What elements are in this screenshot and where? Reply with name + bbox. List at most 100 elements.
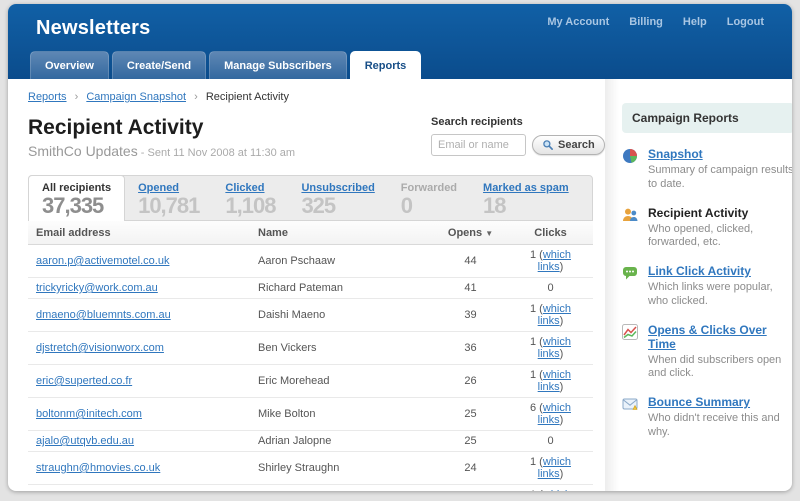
campaign-subtitle: SmithCo Updates - Sent 11 Nov 2008 at 11… (28, 143, 295, 159)
tab-reports[interactable]: Reports (350, 51, 422, 79)
recipient-email-link[interactable]: aaron.p@activemotel.co.uk (36, 255, 169, 267)
recipient-name: Daishi Maeno (250, 299, 433, 332)
clicks-cell: 0which links (508, 278, 593, 299)
billing-link[interactable]: Billing (629, 16, 663, 28)
breadcrumb-separator: › (194, 91, 198, 103)
tab-create-send[interactable]: Create/Send (112, 51, 206, 79)
recipient-name: Shirley Straughn (250, 452, 433, 485)
main-nav-tabs: Overview Create/Send Manage Subscribers … (30, 51, 424, 79)
which-links-link[interactable]: which links (538, 369, 571, 393)
clicks-cell: 1which links (508, 245, 593, 278)
search-recipients: Search recipients Search (431, 116, 593, 156)
which-links-link[interactable]: which links (538, 402, 571, 426)
stat-tab-unsubscribed[interactable]: Unsubscribed 325 (288, 176, 387, 220)
column-header-email: Email address (28, 221, 250, 245)
table-row: ajalo@utqvb.edu.au Adrian Jalopne 25 0wh… (28, 431, 593, 452)
which-links-link[interactable]: which links (538, 249, 571, 273)
table-row: trickyricky@work.com.au Richard Pateman … (28, 278, 593, 299)
stats-tabs: All recipients 37,335 Opened 10,781 Clic… (28, 175, 593, 221)
stat-tab-opened[interactable]: Opened 10,781 (125, 176, 212, 220)
table-row: djstretch@visionworx.com Ben Vickers 36 … (28, 332, 593, 365)
search-button[interactable]: Search (532, 135, 605, 155)
my-account-link[interactable]: My Account (547, 16, 609, 28)
line-chart-icon (622, 323, 648, 382)
app-window: Newsletters My Account Billing Help Logo… (8, 4, 792, 491)
people-icon (622, 206, 648, 251)
sort-desc-icon: ▼ (485, 229, 493, 238)
stat-tab-marked-as-spam[interactable]: Marked as spam 18 (470, 176, 582, 220)
opens-count: 26 (433, 365, 508, 398)
which-links-link[interactable]: which links (538, 303, 571, 327)
recipient-email-link[interactable]: boltonm@initech.com (36, 408, 142, 420)
clicks-cell: 1which links (508, 452, 593, 485)
search-input[interactable] (431, 134, 526, 156)
page-title: Recipient Activity (28, 116, 295, 140)
column-header-name: Name (250, 221, 433, 245)
opens-count: 25 (433, 431, 508, 452)
column-header-clicks[interactable]: Clicks (508, 221, 593, 245)
stat-value: 0 (401, 195, 457, 217)
column-header-opens[interactable]: Opens ▼ (433, 221, 508, 245)
table-row: dmaeno@bluemnts.com.au Daishi Maeno 39 1… (28, 299, 593, 332)
help-link[interactable]: Help (683, 16, 707, 28)
link-click-activity-link[interactable]: Link Click Activity (648, 264, 751, 278)
recipient-email-link[interactable]: trickyricky@work.com.au (36, 282, 158, 294)
opens-count: 39 (433, 299, 508, 332)
sidebar-title: Campaign Reports (622, 103, 792, 133)
breadcrumb-campaign-snapshot[interactable]: Campaign Snapshot (86, 91, 186, 103)
logout-link[interactable]: Logout (727, 16, 764, 28)
report-description: Who opened, clicked, forwarded, etc. (648, 223, 792, 251)
search-label: Search recipients (431, 116, 593, 128)
clicks-cell: 1which links (508, 332, 593, 365)
recipient-name: Richard Pateman (250, 278, 433, 299)
stat-tab-forwarded: Forwarded 0 (388, 176, 470, 220)
report-description: Summary of campaign results to date. (648, 164, 792, 192)
stat-value: 37,335 (42, 195, 111, 217)
which-links-link[interactable]: which links (538, 456, 571, 480)
tab-overview[interactable]: Overview (30, 51, 109, 79)
opens-clicks-over-time-link[interactable]: Opens & Clicks Over Time (648, 323, 792, 351)
campaign-reports-sidebar: Campaign Reports Snapshot Summary of cam… (622, 103, 792, 454)
which-links-link[interactable]: which links (538, 336, 571, 360)
opens-count: 44 (433, 245, 508, 278)
account-nav: My Account Billing Help Logout (547, 16, 764, 28)
stat-value: 325 (301, 195, 374, 217)
breadcrumb-reports[interactable]: Reports (28, 91, 67, 103)
recipient-email-link[interactable]: ajalo@utqvb.edu.au (36, 435, 134, 447)
opens-count: 25 (433, 398, 508, 431)
sidebar-item-opens-clicks-over-time: Opens & Clicks Over Time When did subscr… (622, 323, 792, 382)
table-row: hrg@primatech.com Noah Bennett 23 1which… (28, 485, 593, 492)
stat-value: 18 (483, 195, 569, 217)
recipient-email-link[interactable]: eric@superted.co.fr (36, 375, 132, 387)
speech-bubble-icon (622, 264, 648, 309)
app-header: Newsletters My Account Billing Help Logo… (8, 4, 792, 79)
sidebar-item-recipient-activity: Recipient Activity Who opened, clicked, … (622, 206, 792, 251)
opens-count: 23 (433, 485, 508, 492)
pie-chart-icon (622, 147, 648, 192)
recipient-email-link[interactable]: dmaeno@bluemnts.com.au (36, 309, 171, 321)
stat-tab-clicked[interactable]: Clicked 1,108 (212, 176, 288, 220)
bounce-summary-link[interactable]: Bounce Summary (648, 395, 750, 409)
clicks-cell: 6which links (508, 398, 593, 431)
sent-date: - Sent 11 Nov 2008 at 11:30 am (141, 147, 295, 159)
sidebar-item-snapshot: Snapshot Summary of campaign results to … (622, 147, 792, 192)
table-row: eric@superted.co.fr Eric Morehead 26 1wh… (28, 365, 593, 398)
recipient-email-link[interactable]: djstretch@visionworx.com (36, 342, 164, 354)
table-row: boltonm@initech.com Mike Bolton 25 6whic… (28, 398, 593, 431)
breadcrumb: Reports › Campaign Snapshot › Recipient … (28, 91, 593, 103)
opens-count: 36 (433, 332, 508, 365)
table-row: aaron.p@activemotel.co.uk Aaron Pschaaw … (28, 245, 593, 278)
envelope-icon (622, 395, 648, 440)
recipient-name: Aaron Pschaaw (250, 245, 433, 278)
stat-tab-all-recipients[interactable]: All recipients 37,335 (28, 175, 125, 221)
snapshot-link[interactable]: Snapshot (648, 147, 703, 161)
tab-manage-subscribers[interactable]: Manage Subscribers (209, 51, 347, 79)
breadcrumb-current: Recipient Activity (206, 91, 289, 103)
clicks-cell: 1which links (508, 485, 593, 492)
opens-count: 41 (433, 278, 508, 299)
which-links-link[interactable]: which links (538, 489, 571, 491)
recipient-name: Adrian Jalopne (250, 431, 433, 452)
breadcrumb-separator: › (75, 91, 79, 103)
opens-count: 24 (433, 452, 508, 485)
recipient-email-link[interactable]: straughn@hmovies.co.uk (36, 462, 160, 474)
